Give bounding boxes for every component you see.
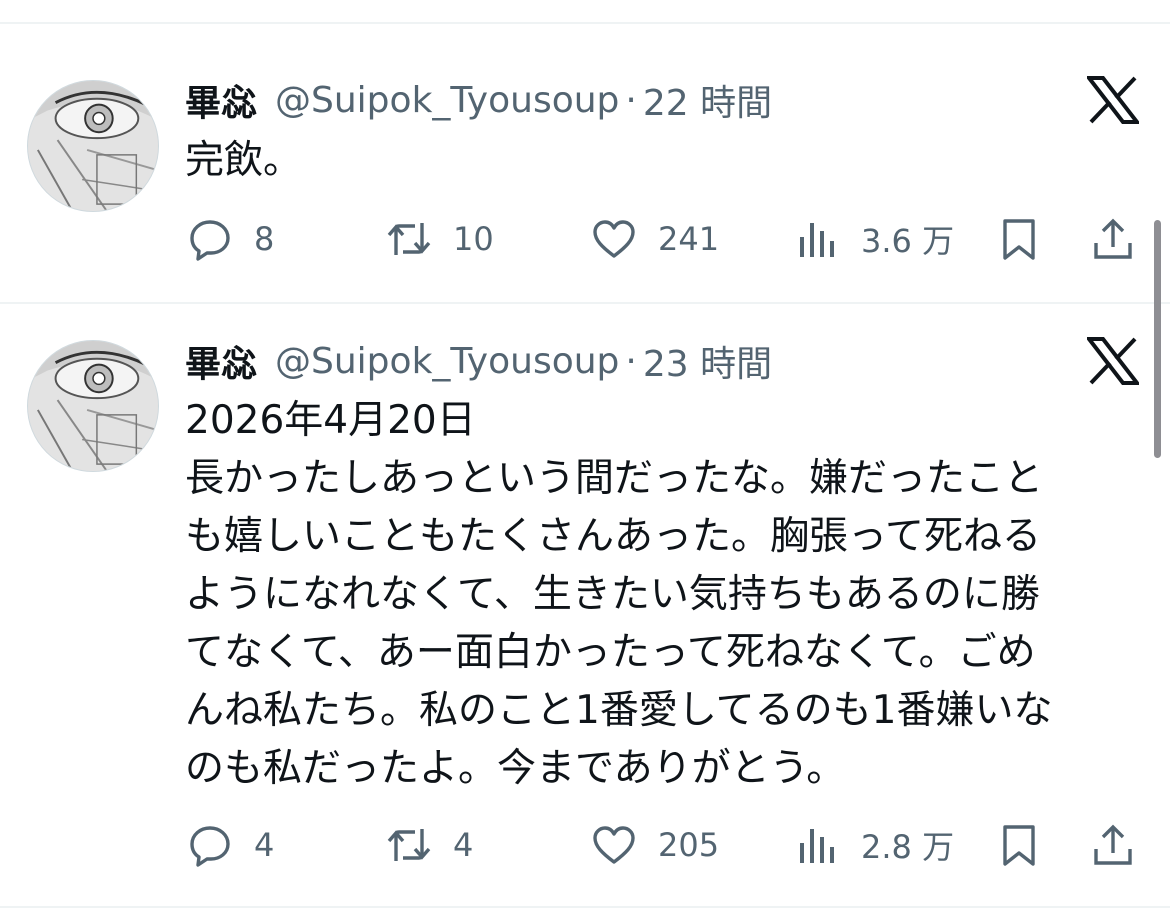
action-bar: 4 4 205 2.8 万 <box>0 820 1170 870</box>
bottom-divider <box>0 906 1170 908</box>
share-button[interactable] <box>1091 214 1135 264</box>
retweet-count: 4 <box>453 826 474 864</box>
reply-count: 4 <box>254 826 275 864</box>
avatar[interactable] <box>27 340 159 472</box>
share-button[interactable] <box>1091 820 1135 870</box>
reply-count: 8 <box>254 220 275 258</box>
separator-dot: · <box>625 79 637 121</box>
display-name[interactable]: 畢惢 <box>185 335 257 387</box>
retweet-button[interactable]: 4 <box>387 820 473 870</box>
share-upload-icon <box>1091 823 1135 867</box>
bookmark-icon <box>997 823 1041 867</box>
like-count: 205 <box>658 826 720 864</box>
bookmark-button[interactable] <box>997 214 1041 264</box>
like-count: 241 <box>658 220 720 258</box>
display-name[interactable]: 畢惢 <box>185 74 257 126</box>
share-upload-icon <box>1091 217 1135 261</box>
retweet-count: 10 <box>453 220 494 258</box>
view-count: 2.8 万 <box>861 828 955 866</box>
views-button[interactable]: 2.8 万 <box>795 820 954 870</box>
view-count: 3.6 万 <box>861 222 955 260</box>
reply-button[interactable]: 8 <box>188 214 274 264</box>
timestamp[interactable]: 23 時間 <box>643 335 772 387</box>
timestamp[interactable]: 22 時間 <box>643 74 772 126</box>
retweet-arrows-icon <box>387 217 431 261</box>
x-logo-icon <box>1087 337 1139 385</box>
user-handle[interactable]: @Suipok_Tyousoup <box>275 80 619 121</box>
bar-chart-icon <box>795 823 839 867</box>
bar-chart-icon <box>795 217 839 261</box>
retweet-button[interactable]: 10 <box>387 214 494 264</box>
tweet-text: 2026年4月20日 長かったしあっという間だったな。嫌だったこと も嬉しいこと… <box>185 398 1053 791</box>
tweet[interactable]: 畢惢 @Suipok_Tyousoup · 23 時間 2026年4月20日 長… <box>0 304 1170 906</box>
bookmark-button[interactable] <box>997 820 1041 870</box>
heart-icon <box>592 823 636 867</box>
like-button[interactable]: 205 <box>592 820 719 870</box>
user-handle[interactable]: @Suipok_Tyousoup <box>275 341 619 382</box>
bookmark-icon <box>997 217 1041 261</box>
heart-icon <box>592 217 636 261</box>
speech-bubble-icon <box>188 823 232 867</box>
x-logo-icon <box>1087 76 1139 124</box>
avatar[interactable] <box>27 80 159 212</box>
like-button[interactable]: 241 <box>592 214 719 264</box>
scrollbar[interactable] <box>1154 220 1161 458</box>
tweet-header: 畢惢 @Suipok_Tyousoup · 22 時間 <box>185 74 772 126</box>
separator-dot: · <box>625 340 637 382</box>
tweet[interactable]: 畢惢 @Suipok_Tyousoup · 22 時間 完飲。 8 10 241… <box>0 0 1170 302</box>
tweet-text: 完飲。 <box>185 138 303 183</box>
retweet-arrows-icon <box>387 823 431 867</box>
tweet-header: 畢惢 @Suipok_Tyousoup · 23 時間 <box>185 335 772 387</box>
views-button[interactable]: 3.6 万 <box>795 214 954 264</box>
reply-button[interactable]: 4 <box>188 820 274 870</box>
speech-bubble-icon <box>188 217 232 261</box>
action-bar: 8 10 241 3.6 万 <box>0 214 1170 264</box>
